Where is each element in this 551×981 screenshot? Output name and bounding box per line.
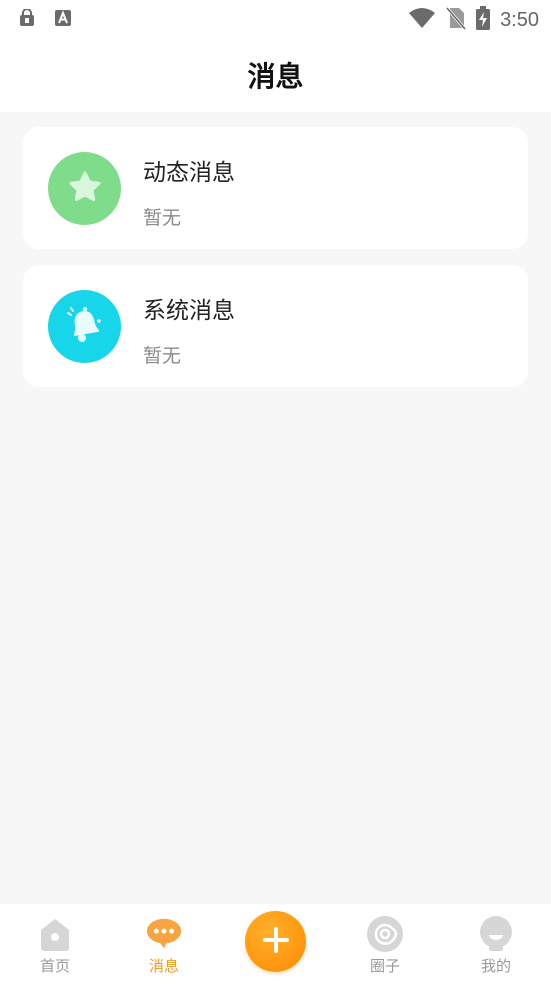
message-title: 系统消息: [143, 298, 235, 324]
page-title: 消息: [247, 60, 304, 93]
wifi-icon: [408, 7, 436, 34]
message-title: 动态消息: [143, 160, 235, 186]
status-right: 3:50: [408, 6, 539, 35]
tab-label: 首页: [39, 957, 70, 975]
star-icon: [67, 169, 103, 209]
system-message-avatar: [48, 290, 121, 363]
tab-label: 消息: [148, 957, 179, 975]
lock-notification-icon: [18, 8, 36, 31]
status-left-icons: [18, 8, 72, 31]
tab-home[interactable]: 首页: [10, 904, 100, 981]
message-subtitle: 暂无: [143, 207, 182, 229]
header: 消息: [0, 38, 551, 112]
tab-circle[interactable]: 圈子: [340, 904, 430, 981]
no-sim-icon: [445, 6, 467, 35]
plus-icon: [261, 925, 291, 959]
message-subtitle: 暂无: [143, 345, 182, 367]
profile-icon: [477, 915, 515, 953]
dynamic-message-avatar: [48, 152, 121, 225]
font-notification-icon: [54, 9, 72, 31]
tab-label: 我的: [480, 957, 511, 975]
battery-charging-icon: [476, 6, 491, 35]
bell-icon: [63, 303, 107, 351]
tab-label: 圈子: [369, 957, 400, 975]
tab-messages[interactable]: 消息: [119, 904, 209, 981]
bottom-tab-bar: 首页 消息 圈子 我的: [0, 904, 551, 981]
status-time: 3:50: [500, 9, 539, 31]
home-icon: [36, 915, 74, 953]
message-item-system[interactable]: 系统消息 暂无: [23, 265, 528, 387]
add-button[interactable]: [245, 911, 306, 972]
tab-profile[interactable]: 我的: [451, 904, 541, 981]
circle-icon: [366, 915, 404, 953]
status-bar: 3:50: [0, 0, 551, 38]
message-item-dynamic[interactable]: 动态消息 暂无: [23, 127, 528, 249]
chat-icon: [145, 915, 183, 953]
